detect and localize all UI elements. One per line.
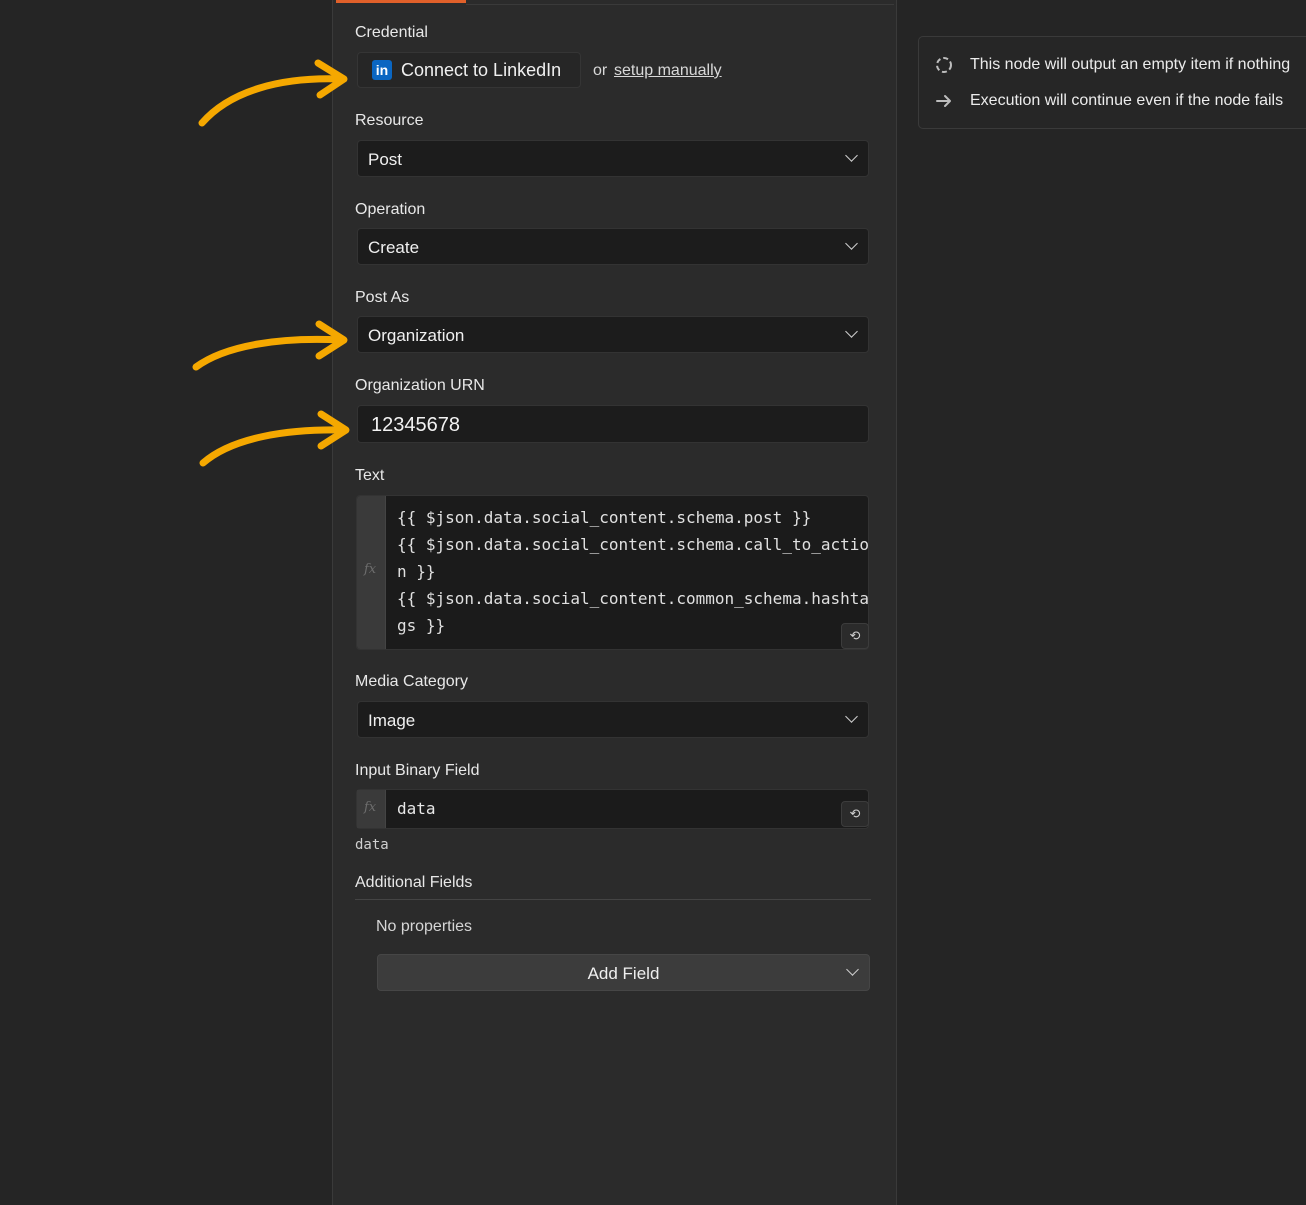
media-category-value: Image xyxy=(368,711,416,730)
no-properties-text: No properties xyxy=(376,918,473,935)
organization-urn-label: Organization URN xyxy=(355,377,485,394)
post-as-select[interactable]: Organization xyxy=(357,316,869,353)
fx-icon: fx xyxy=(364,800,377,815)
annotation-arrow-organization-urn xyxy=(199,410,350,467)
arrow-right-icon xyxy=(935,92,953,110)
credential-label: Credential xyxy=(355,24,428,41)
media-category-label: Media Category xyxy=(355,673,468,690)
operation-select[interactable]: Create xyxy=(357,228,869,265)
resource-label: Resource xyxy=(355,112,424,129)
reset-value-button[interactable]: ⟲ xyxy=(841,623,869,649)
info-text: Execution will continue even if the node… xyxy=(970,92,1284,109)
chevron-down-icon xyxy=(845,237,858,250)
dashed-circle-icon xyxy=(935,56,953,74)
organization-urn-value: 12345678 xyxy=(371,414,460,436)
setup-manually-link[interactable]: setup manually xyxy=(614,62,722,80)
code-line: gs }} xyxy=(397,616,446,635)
add-field-button[interactable]: Add Field xyxy=(377,954,870,991)
undo-icon: ⟲ xyxy=(849,806,861,821)
or-text: or xyxy=(593,62,608,79)
always-output-info: This node will output an empty item if n… xyxy=(935,56,1290,74)
expression-code: {{ $json.data.social_content.schema.post… xyxy=(397,504,869,639)
additional-fields-label: Additional Fields xyxy=(355,874,473,891)
code-line: {{ $json.data.social_content.schema.call… xyxy=(397,535,869,554)
chevron-down-icon xyxy=(845,325,858,338)
text-expression-editor[interactable]: fx {{ $json.data.social_content.schema.p… xyxy=(356,495,869,650)
node-settings-info: This node will output an empty item if n… xyxy=(918,36,1306,129)
code-line: {{ $json.data.social_content.common_sche… xyxy=(397,589,869,608)
input-binary-field-value: data xyxy=(397,799,436,818)
annotation-arrow-post-as xyxy=(192,320,348,371)
add-field-label: Add Field xyxy=(587,964,660,983)
organization-urn-input[interactable]: 12345678 xyxy=(357,405,869,443)
info-text: This node will output an empty item if n… xyxy=(970,56,1291,73)
chevron-down-icon xyxy=(845,149,858,162)
continue-on-fail-info: Execution will continue even if the node… xyxy=(935,92,1283,110)
expression-gutter: fx xyxy=(357,496,386,649)
resource-value: Post xyxy=(368,150,403,169)
operation-label: Operation xyxy=(355,201,426,218)
media-category-select[interactable]: Image xyxy=(357,701,869,738)
input-binary-field-label: Input Binary Field xyxy=(355,762,480,779)
post-as-label: Post As xyxy=(355,289,410,306)
annotation-arrow-credential xyxy=(198,59,348,127)
tab-divider xyxy=(466,4,894,5)
chevron-down-icon xyxy=(845,710,858,723)
code-line: n }} xyxy=(397,562,436,581)
operation-value: Create xyxy=(368,238,420,257)
input-binary-field-hint: data xyxy=(355,837,389,853)
fx-icon: fx xyxy=(364,562,377,577)
resource-select[interactable]: Post xyxy=(357,140,869,177)
expression-gutter: fx xyxy=(357,790,386,828)
undo-icon: ⟲ xyxy=(849,628,861,643)
reset-value-button[interactable]: ⟲ xyxy=(841,801,869,827)
connect-linkedin-button[interactable]: in Connect to LinkedIn xyxy=(357,52,581,88)
divider xyxy=(355,899,871,900)
active-tab-indicator xyxy=(336,0,466,3)
input-binary-field-input[interactable]: fx data xyxy=(356,789,869,829)
code-line: {{ $json.data.social_content.schema.post… xyxy=(397,508,812,527)
connect-linkedin-label: Connect to LinkedIn xyxy=(401,59,562,80)
linkedin-icon: in xyxy=(372,60,392,80)
post-as-value: Organization xyxy=(368,326,465,345)
text-label: Text xyxy=(355,467,385,484)
